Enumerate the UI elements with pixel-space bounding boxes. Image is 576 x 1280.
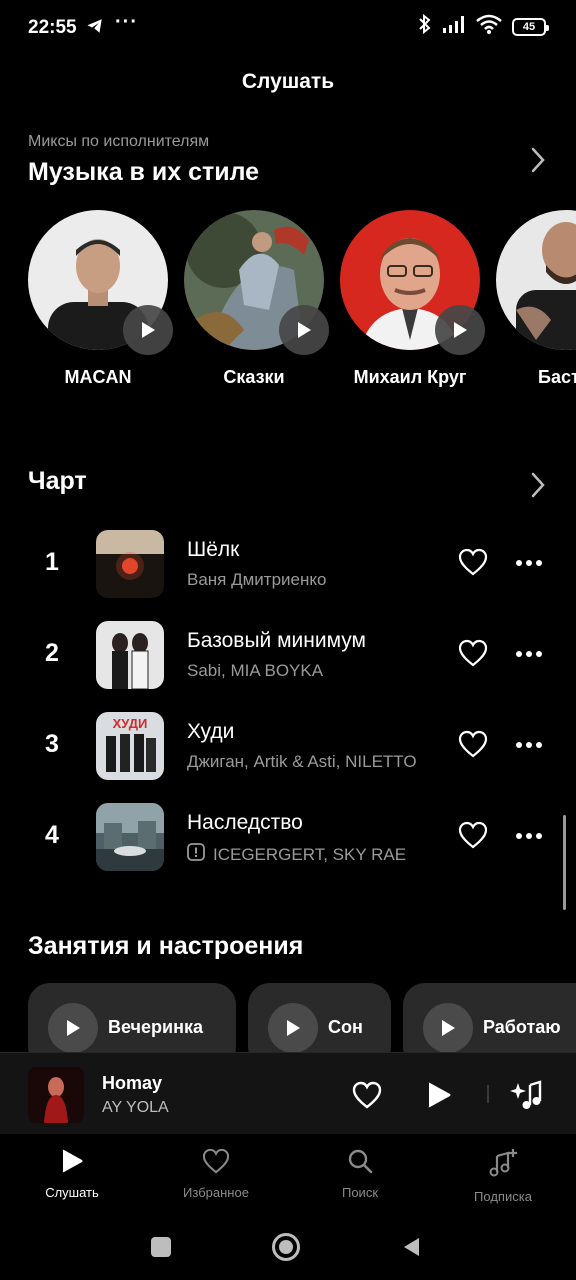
heart-icon[interactable] bbox=[458, 821, 488, 854]
track-cover bbox=[96, 803, 164, 871]
heart-icon[interactable] bbox=[458, 730, 488, 763]
artist-avatar bbox=[496, 210, 576, 350]
artist-card[interactable]: Михаил Круг bbox=[340, 210, 485, 388]
play-icon[interactable] bbox=[435, 305, 485, 355]
status-bar: 22:55 ··· 45 bbox=[0, 0, 576, 56]
status-time: 22:55 bbox=[28, 17, 77, 38]
play-icon bbox=[423, 1003, 473, 1053]
scrollbar[interactable] bbox=[563, 815, 566, 910]
track-title: Базовый минимум bbox=[187, 629, 366, 652]
heart-icon[interactable] bbox=[458, 548, 488, 581]
more-icon[interactable] bbox=[515, 554, 543, 572]
track-artist: Ваня Дмитриенко bbox=[187, 570, 439, 590]
play-icon bbox=[60, 1149, 84, 1178]
section-title-moods: Занятия и настроения bbox=[28, 932, 304, 960]
heart-icon[interactable] bbox=[352, 1081, 382, 1114]
track-rank: 4 bbox=[45, 821, 59, 849]
chart-track-row[interactable]: 1 Шёлк Ваня Дмитриенко bbox=[0, 530, 576, 620]
chart-track-row[interactable]: 4 Наследство ICEGERGERT, SKY RAE bbox=[0, 803, 576, 893]
mood-carousel[interactable]: Вечеринка Сон Работаю bbox=[28, 983, 576, 1058]
nav-label: Слушать bbox=[45, 1185, 99, 1200]
mood-chip[interactable]: Работаю bbox=[403, 983, 576, 1058]
home-icon-dot bbox=[279, 1240, 293, 1254]
home-icon[interactable] bbox=[272, 1233, 300, 1261]
nav-item-subscription[interactable]: Подписка bbox=[443, 1148, 563, 1204]
mood-chip[interactable]: Сон bbox=[248, 983, 391, 1058]
mini-player[interactable]: Homay AY YOLA bbox=[0, 1052, 576, 1134]
section-title-chart[interactable]: Чарт bbox=[28, 467, 87, 496]
track-artist: ICEGERGERT, SKY RAE bbox=[187, 843, 439, 866]
back-icon[interactable] bbox=[401, 1236, 421, 1263]
artist-card[interactable]: Сказки bbox=[184, 210, 329, 388]
system-nav-bar bbox=[0, 1216, 576, 1280]
explicit-icon bbox=[187, 843, 205, 866]
artist-name: Михаил Круг bbox=[353, 367, 467, 387]
track-cover bbox=[96, 530, 164, 598]
section-subtitle: Миксы по исполнителям bbox=[28, 133, 210, 150]
nav-label: Подписка bbox=[474, 1189, 532, 1204]
chart-track-row[interactable]: 3 ХУДИ Худи Джиган, Artik & Asti, NILETT… bbox=[0, 712, 576, 802]
track-title: Наследство bbox=[187, 811, 303, 834]
nav-item-favorites[interactable]: Избранное bbox=[156, 1148, 276, 1200]
mood-label: Сон bbox=[328, 1017, 363, 1037]
track-cover bbox=[96, 621, 164, 689]
mood-label: Вечеринка bbox=[108, 1017, 203, 1037]
artist-name: MACAN bbox=[64, 367, 132, 387]
mini-player-title: Homay bbox=[102, 1073, 163, 1093]
divider bbox=[487, 1085, 489, 1103]
track-artist-text: Джиган, Artik & Asti, NILETTO bbox=[187, 752, 417, 771]
more-icon[interactable] bbox=[515, 645, 543, 663]
nav-label: Избранное bbox=[183, 1185, 249, 1200]
page-title: Слушать bbox=[241, 70, 335, 93]
track-artist: Sabi, MIA BOYKA bbox=[187, 661, 439, 681]
artist-name: Баст bbox=[538, 367, 576, 387]
track-rank: 2 bbox=[45, 639, 59, 667]
more-icon[interactable] bbox=[515, 827, 543, 845]
play-icon[interactable] bbox=[279, 305, 329, 355]
section-title-artist-mixes: Музыка в их стиле bbox=[28, 158, 260, 186]
mini-player-cover bbox=[28, 1067, 84, 1123]
heart-icon[interactable] bbox=[458, 639, 488, 672]
chart-track-row[interactable]: 2 Базовый минимум Sabi, MIA BOYKA bbox=[0, 621, 576, 711]
play-icon[interactable] bbox=[426, 1081, 452, 1114]
nav-label: Поиск bbox=[341, 1185, 379, 1200]
music-plus-icon bbox=[488, 1149, 518, 1182]
heart-icon bbox=[202, 1148, 230, 1178]
artist-card[interactable]: Баст bbox=[496, 210, 576, 388]
chevron-right-icon[interactable] bbox=[530, 471, 546, 504]
track-artist: Джиган, Artik & Asti, NILETTO bbox=[187, 752, 439, 772]
cover-logo-text: ХУДИ bbox=[113, 716, 148, 731]
search-icon bbox=[347, 1149, 373, 1178]
track-title: Шёлк bbox=[187, 538, 240, 561]
status-more-dots: ··· bbox=[115, 11, 138, 33]
play-icon[interactable] bbox=[123, 305, 173, 355]
bottom-nav: Слушать Избранное Поиск Подписка bbox=[0, 1134, 576, 1216]
play-icon bbox=[268, 1003, 318, 1053]
track-cover: ХУДИ bbox=[96, 712, 164, 780]
track-artist-text: ICEGERGERT, SKY RAE bbox=[213, 844, 407, 864]
more-icon[interactable] bbox=[515, 736, 543, 754]
telegram-icon bbox=[86, 17, 104, 40]
mood-label: Работаю bbox=[483, 1017, 561, 1037]
play-icon bbox=[48, 1003, 98, 1053]
track-artist-text: Sabi, MIA BOYKA bbox=[187, 661, 324, 680]
track-title: Худи bbox=[187, 720, 235, 743]
wifi-icon bbox=[476, 14, 502, 39]
bluetooth-icon bbox=[418, 13, 432, 39]
track-rank: 3 bbox=[45, 730, 59, 758]
track-artist-text: Ваня Дмитриенко bbox=[187, 570, 327, 589]
mini-player-artist: AY YOLA bbox=[102, 1099, 169, 1116]
recent-apps-icon[interactable] bbox=[151, 1237, 171, 1257]
artist-carousel[interactable]: MACAN Сказки Михаил Круг Баст bbox=[28, 210, 576, 400]
mood-chip[interactable]: Вечеринка bbox=[28, 983, 236, 1058]
nav-item-listen[interactable]: Слушать bbox=[12, 1148, 132, 1200]
track-rank: 1 bbox=[45, 548, 59, 576]
nav-item-search[interactable]: Поиск bbox=[300, 1148, 420, 1200]
artist-name: Сказки bbox=[223, 367, 285, 387]
battery-indicator: 45 bbox=[512, 17, 549, 36]
chevron-right-icon[interactable] bbox=[530, 146, 546, 179]
signal-icon bbox=[442, 15, 466, 38]
sparkle-music-icon[interactable] bbox=[510, 1079, 542, 1116]
artist-card[interactable]: MACAN bbox=[28, 210, 173, 388]
